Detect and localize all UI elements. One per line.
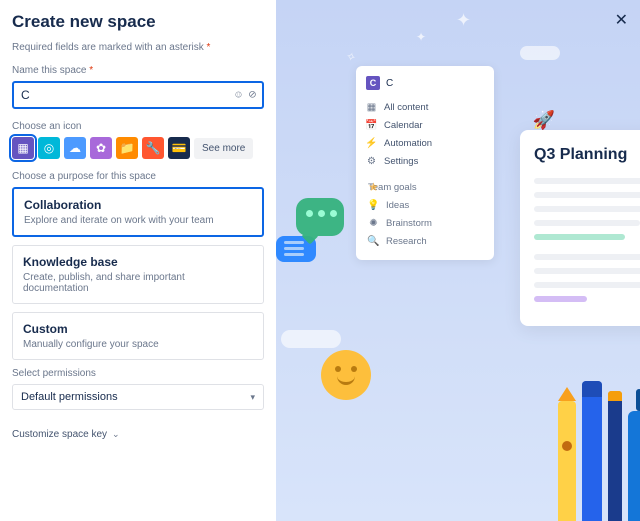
emoji-picker-icon[interactable]: ☺ [233, 90, 244, 101]
preview-nav-item[interactable]: 📅Calendar [366, 116, 484, 134]
preview-illustration: ✕ ✦ ✦ ✧ 🚀 C C ▦All content📅Calendar⚡Auto… [276, 0, 640, 521]
purpose-label: Choose a purpose for this space [12, 171, 264, 182]
see-more-icons-button[interactable]: See more [194, 138, 253, 159]
purpose-options: CollaborationExplore and iterate on work… [12, 187, 264, 360]
permissions-label: Select permissions [12, 368, 264, 379]
cloud-decoration [520, 46, 560, 60]
purpose-option[interactable]: CollaborationExplore and iterate on work… [12, 187, 264, 237]
sparkle-icon: ✦ [456, 10, 471, 31]
close-icon[interactable]: ✕ [615, 10, 628, 30]
smiley-decoration [321, 350, 371, 400]
brain-icon: ✺ [368, 218, 379, 229]
chevron-down-icon: ⌄ [112, 429, 120, 440]
bulb-icon: 💡 [368, 200, 379, 211]
preview-nav-item[interactable]: ⚡Automation [366, 134, 484, 152]
icon-label: Choose an icon [12, 121, 264, 132]
icon-option[interactable]: ▦ [12, 137, 34, 159]
preview-page-item[interactable]: 🔍Research [366, 232, 484, 250]
sparkle-icon: ✧ [344, 49, 357, 65]
space-avatar: C [366, 76, 380, 90]
preview-page-item[interactable]: ✺Brainstorm [366, 214, 484, 232]
calendar-icon: 📅 [366, 120, 377, 131]
create-space-form: Create new space Required fields are mar… [0, 0, 276, 521]
clear-input-icon[interactable]: ⊘ [247, 90, 258, 101]
page-title: Create new space [12, 12, 264, 32]
permissions-select[interactable]: Default permissions ▾ [12, 384, 264, 410]
preview-page-item[interactable]: 💡Ideas [366, 196, 484, 214]
icon-option[interactable]: ◎ [38, 137, 60, 159]
space-preview-title: C [386, 78, 393, 89]
required-fields-note: Required fields are marked with an aster… [12, 42, 264, 53]
purpose-option[interactable]: CustomManually configure your space [12, 312, 264, 360]
preview-page-item[interactable]: ★Team goals [366, 178, 484, 196]
name-label: Name this space * [12, 65, 264, 76]
pencils-decoration [558, 381, 640, 521]
chevron-down-icon: ▾ [250, 392, 255, 403]
icon-option[interactable]: ☁ [64, 137, 86, 159]
space-preview-sidebar: C C ▦All content📅Calendar⚡Automation⚙Set… [356, 66, 494, 260]
icon-option[interactable]: ✿ [90, 137, 112, 159]
doc-preview-card: Q3 Planning [520, 130, 640, 326]
search-icon: 🔍 [368, 236, 379, 247]
icon-option[interactable]: 📁 [116, 137, 138, 159]
grid-icon: ▦ [366, 102, 377, 113]
star-icon: ★ [368, 180, 379, 194]
bolt-icon: ⚡ [366, 138, 377, 149]
sparkle-icon: ✦ [416, 30, 426, 44]
customize-space-key-toggle[interactable]: Customize space key ⌄ [12, 429, 120, 440]
doc-preview-title: Q3 Planning [534, 146, 640, 164]
rocket-icon: 🚀 [533, 110, 555, 131]
cloud-decoration [281, 330, 341, 348]
name-input-wrap: ☺ ⊘ [12, 81, 264, 109]
chat-bubble-decoration [296, 198, 344, 236]
icon-option[interactable]: 💳 [168, 137, 190, 159]
preview-nav-item[interactable]: ⚙Settings [366, 152, 484, 170]
gear-icon: ⚙ [366, 156, 377, 167]
icon-picker: ▦◎☁✿📁🔧💳See more [12, 137, 264, 159]
preview-nav-item[interactable]: ▦All content [366, 98, 484, 116]
purpose-option[interactable]: Knowledge baseCreate, publish, and share… [12, 245, 264, 304]
space-name-input[interactable] [12, 81, 264, 109]
icon-option[interactable]: 🔧 [142, 137, 164, 159]
